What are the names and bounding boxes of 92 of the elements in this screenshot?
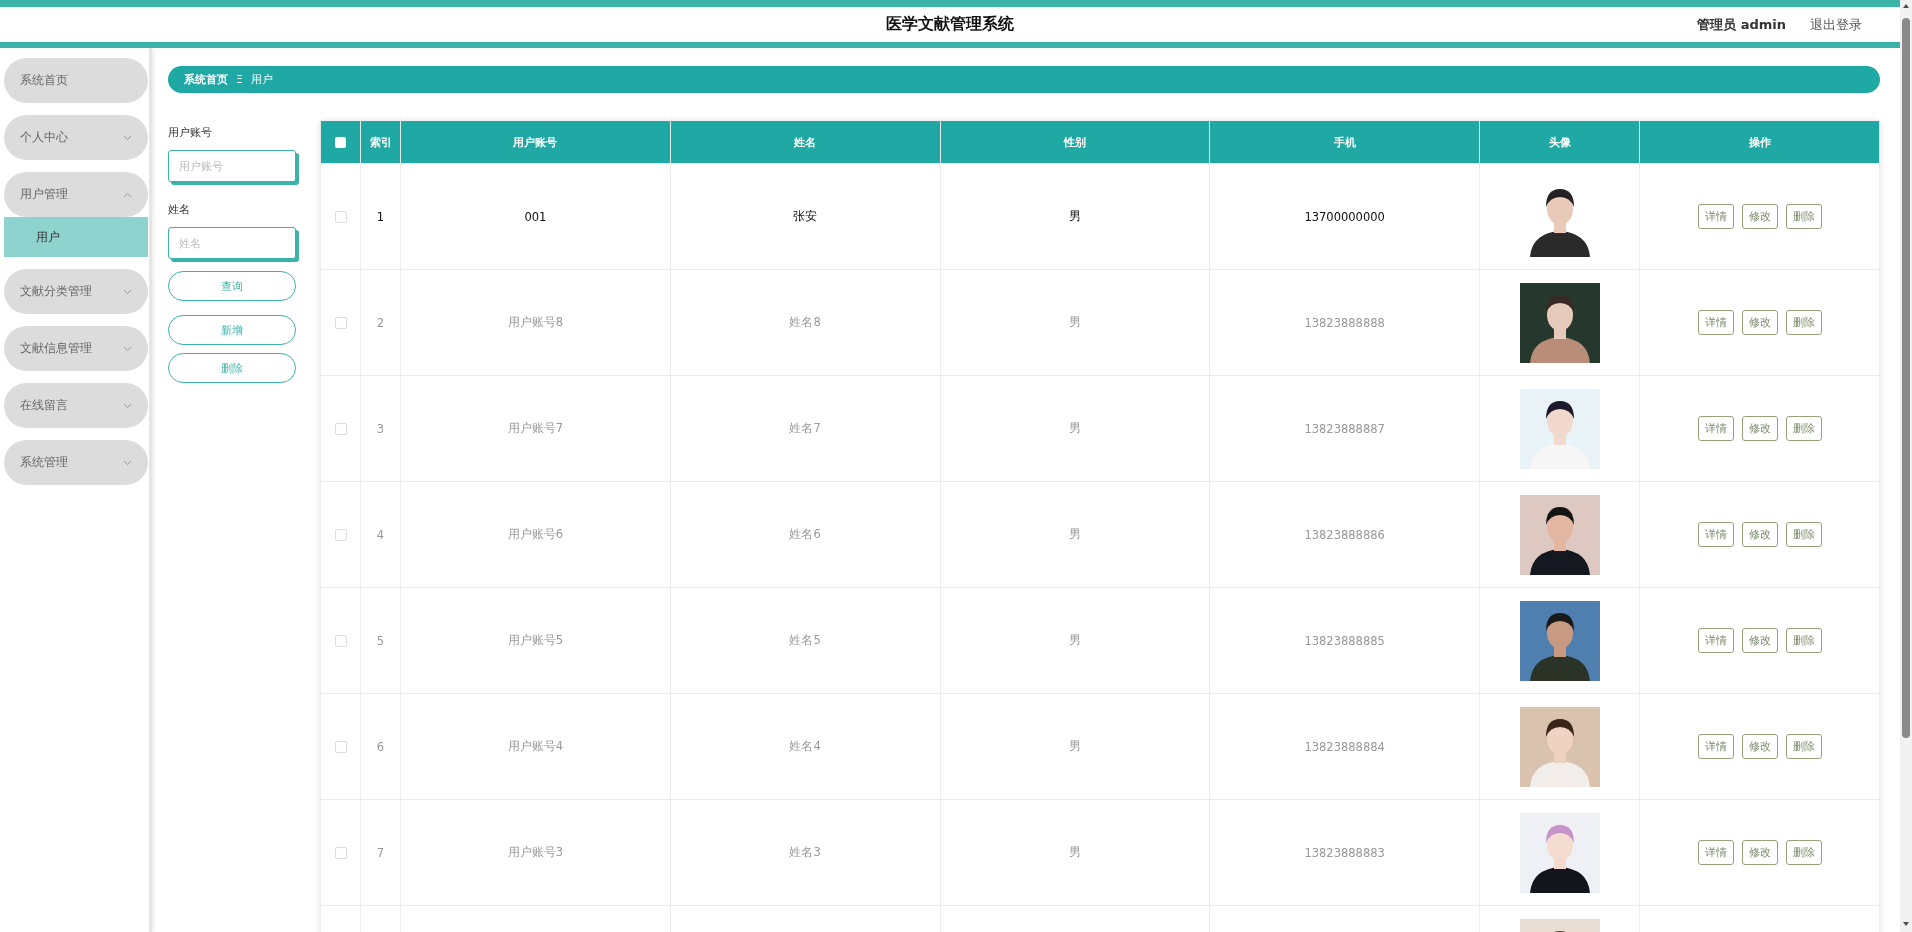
row-checkbox[interactable] (334, 529, 347, 541)
table-cell: 男 (940, 163, 1210, 270)
table-cell: 3 (360, 375, 401, 482)
table-cell: 13823888887 (1209, 375, 1480, 482)
table-cell: 男 (940, 481, 1210, 588)
row-action-button[interactable]: 详情 (1697, 522, 1734, 547)
table-cell: 姓名6 (670, 481, 940, 588)
row-action-button[interactable]: 修改 (1741, 628, 1778, 653)
row-action-button[interactable]: 删除 (1785, 734, 1822, 759)
row-action-button[interactable]: 详情 (1697, 628, 1734, 653)
table-cell: 13823888888 (1209, 269, 1480, 376)
table-cell: 5 (360, 587, 401, 694)
row-action-button[interactable]: 修改 (1741, 840, 1778, 865)
table-cell: 男 (940, 587, 1210, 694)
row-action-button[interactable]: 修改 (1741, 310, 1778, 335)
search-panel-button[interactable]: 删除 (168, 353, 296, 383)
table-cell: 2 (360, 269, 401, 376)
sidebar-menu-item[interactable]: 文献信息管理 (4, 326, 148, 371)
table-cell: 男 (940, 799, 1210, 906)
column-header: 操作 (1639, 121, 1880, 164)
row-action-button[interactable]: 详情 (1697, 416, 1734, 441)
table-cell: 男 (940, 269, 1210, 376)
sidebar-menu-item[interactable]: 个人中心 (4, 115, 148, 160)
field-label: 姓名 (168, 202, 191, 217)
scrollbar-drawing[interactable] (1900, 0, 1912, 932)
table-cell: 1 (360, 163, 401, 270)
table-cell: 姓名5 (670, 587, 940, 694)
table-cell: 用户账号4 (400, 693, 671, 800)
search-panel-button[interactable]: 查询 (168, 271, 296, 301)
table-cell: 用户账号3 (400, 799, 671, 906)
field-label: 用户账号 (168, 125, 213, 140)
sidebar-menu-item[interactable]: 在线留言 (4, 383, 148, 428)
search-panel-button[interactable]: 新增 (168, 315, 296, 345)
sidebar-menu-item[interactable]: 系统首页 (4, 58, 148, 103)
breadcrumb-link[interactable]: 系统首页 (184, 72, 228, 87)
table-cell: 用户账号5 (400, 587, 671, 694)
breadcrumb-separator: Ξ (236, 73, 243, 86)
row-action-button[interactable]: 删除 (1785, 628, 1822, 653)
row-checkbox[interactable] (334, 741, 347, 753)
sidebar-menu-item[interactable]: 用户管理 (4, 172, 148, 217)
table-cell: 男 (940, 375, 1210, 482)
row-action-button[interactable]: 删除 (1785, 204, 1822, 229)
table-cell: 13700000000 (1209, 163, 1480, 270)
table-cell: 张安 (670, 163, 940, 270)
table-cell: 6 (360, 693, 401, 800)
column-header: 性别 (940, 121, 1210, 164)
sidebar-submenu-item[interactable]: 用户 (4, 217, 148, 257)
row-action-button[interactable]: 修改 (1741, 522, 1778, 547)
admin-label: 管理员 admin (1697, 15, 1786, 34)
row-action-button[interactable]: 删除 (1785, 840, 1822, 865)
row-action-button[interactable]: 修改 (1741, 734, 1778, 759)
table-cell: 4 (360, 481, 401, 588)
column-header: 索引 (360, 121, 401, 164)
breadcrumb-current: 用户 (250, 72, 273, 87)
row-action-button[interactable]: 删除 (1785, 310, 1822, 335)
table-cell: 用户账号6 (400, 481, 671, 588)
row-checkbox[interactable] (334, 635, 347, 647)
row-checkbox[interactable] (334, 423, 347, 435)
row-action-button[interactable]: 详情 (1697, 204, 1734, 229)
row-action-button[interactable]: 详情 (1697, 734, 1734, 759)
table-cell: 001 (400, 163, 671, 270)
column-header: 用户账号 (400, 121, 671, 164)
table-cell: 13823888886 (1209, 481, 1480, 588)
select-all-checkbox[interactable] (335, 137, 346, 148)
sidebar-menu-item[interactable]: 系统管理 (4, 440, 148, 485)
table-cell: 13823888883 (1209, 799, 1480, 906)
table-cell: 男 (940, 693, 1210, 800)
table-cell: 7 (360, 799, 401, 906)
table-cell: 姓名7 (670, 375, 940, 482)
row-action-button[interactable]: 删除 (1785, 416, 1822, 441)
column-header: 姓名 (670, 121, 940, 164)
table-cell: 13823888884 (1209, 693, 1480, 800)
table-cell: 用户账号7 (400, 375, 671, 482)
logout-link[interactable]: 退出登录 (1810, 15, 1862, 34)
table-cell: 用户账号8 (400, 269, 671, 376)
row-checkbox[interactable] (334, 317, 347, 329)
sidebar-menu-item[interactable]: 文献分类管理 (4, 269, 148, 314)
column-header: 手机 (1209, 121, 1480, 164)
search-field[interactable]: 姓名 (168, 227, 296, 259)
table-cell: 姓名8 (670, 269, 940, 376)
row-action-button[interactable]: 详情 (1697, 310, 1734, 335)
row-checkbox[interactable] (334, 211, 347, 223)
row-action-button[interactable]: 修改 (1741, 416, 1778, 441)
column-header: 头像 (1479, 121, 1640, 164)
table-cell: 13823888885 (1209, 587, 1480, 694)
table-cell: 姓名3 (670, 799, 940, 906)
app-title: 医学文献管理系统 (886, 14, 1014, 35)
row-action-button[interactable]: 详情 (1697, 840, 1734, 865)
row-action-button[interactable]: 删除 (1785, 522, 1822, 547)
row-checkbox[interactable] (334, 847, 347, 859)
row-action-button[interactable]: 修改 (1741, 204, 1778, 229)
table-cell: 姓名4 (670, 693, 940, 800)
